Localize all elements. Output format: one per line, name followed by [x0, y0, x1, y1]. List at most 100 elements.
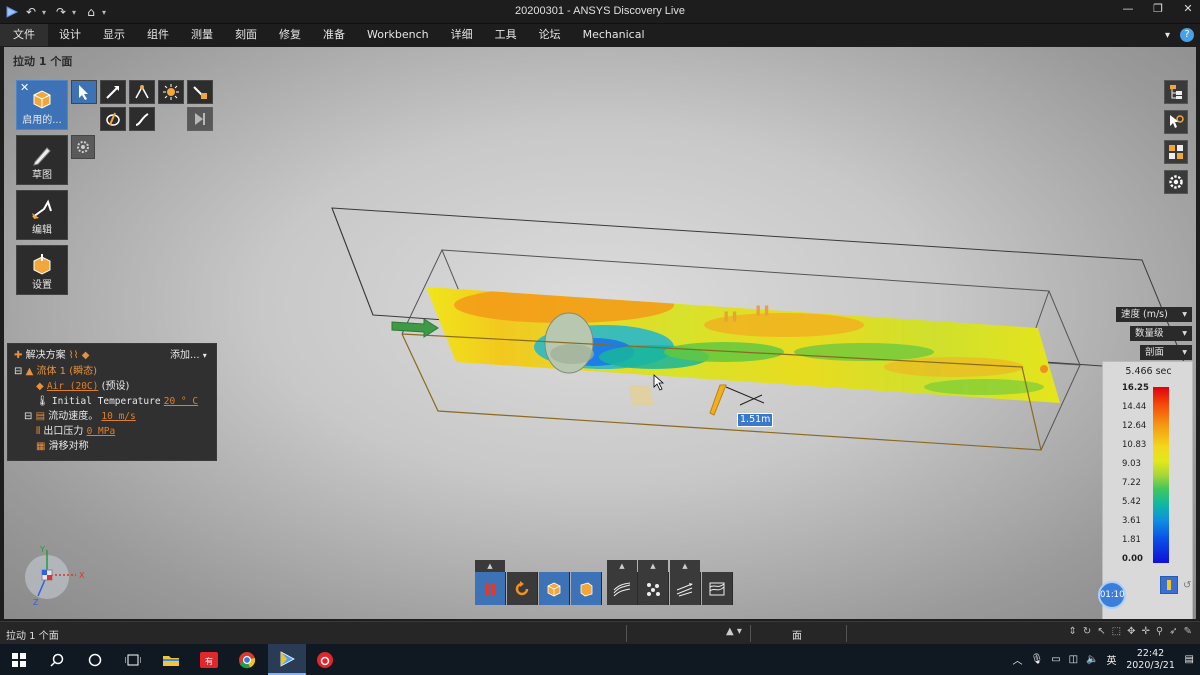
- simulation-scene[interactable]: ❚❚ ❚❚: [4, 47, 1196, 619]
- reset-icon[interactable]: ↺: [1183, 580, 1191, 591]
- sketch-tool-button[interactable]: 草图: [16, 135, 68, 185]
- blend-tool-button[interactable]: [158, 80, 184, 104]
- velocity-node[interactable]: ⊟ ▤ 流动速度。 10 m/s: [24, 410, 136, 424]
- axis-triad-icon[interactable]: Y X Z: [24, 542, 94, 607]
- expand-up-icon[interactable]: ▲: [607, 560, 637, 572]
- orbit-icon[interactable]: ✥: [1127, 626, 1135, 637]
- expand-up-icon[interactable]: ▲: [638, 560, 668, 572]
- solid-view-button[interactable]: [539, 572, 570, 605]
- menu-display[interactable]: 显示: [92, 24, 136, 46]
- edit-tool-button[interactable]: 编辑: [16, 190, 68, 240]
- simulation-timer-button[interactable]: 01:10: [1098, 581, 1126, 609]
- fluid-node[interactable]: ⊟ ▲ 流体 1 (瞬态): [14, 365, 97, 379]
- selection-filter-button[interactable]: [1164, 110, 1188, 134]
- menu-measure[interactable]: 测量: [180, 24, 224, 46]
- display-options-button[interactable]: [1164, 140, 1188, 164]
- battery-icon[interactable]: ▭: [1051, 654, 1060, 665]
- netease-music-button[interactable]: [306, 644, 344, 675]
- symmetry-node[interactable]: ▦ 滑移对称: [36, 440, 89, 454]
- temperature-value[interactable]: 20 ° C: [164, 396, 198, 407]
- close-icon[interactable]: ✕: [20, 81, 29, 94]
- close-button[interactable]: ✕: [1180, 2, 1196, 15]
- particles-button[interactable]: [638, 572, 669, 605]
- search-button[interactable]: [38, 644, 76, 675]
- restore-button[interactable]: ❐: [1150, 2, 1166, 15]
- menu-tools[interactable]: 工具: [484, 24, 528, 46]
- revolve-tool-button[interactable]: [100, 107, 126, 131]
- start-button[interactable]: [0, 644, 38, 675]
- material-link[interactable]: Air (20C): [47, 381, 98, 392]
- menu-forum[interactable]: 论坛: [528, 24, 572, 46]
- surface-view-button[interactable]: [571, 572, 602, 605]
- file-explorer-button[interactable]: [152, 644, 190, 675]
- pencil-tool-icon[interactable]: ✎: [1184, 626, 1192, 637]
- graphics-viewport[interactable]: 拉动 1 个面 ❚❚ ❚❚ 1.51m ✕ 启用的... 草图 编辑 设置 ✚ …: [4, 47, 1196, 619]
- outlet-value[interactable]: 0 MPa: [87, 426, 116, 437]
- restart-button[interactable]: [507, 572, 538, 605]
- menu-components[interactable]: 组件: [136, 24, 180, 46]
- temperature-node[interactable]: 🌡 Initial Temperature 20 ° C: [36, 395, 198, 409]
- volume-icon[interactable]: 🔈: [1086, 654, 1098, 665]
- menu-repair[interactable]: 修复: [268, 24, 312, 46]
- dimension-label[interactable]: 1.51m: [737, 413, 774, 427]
- settings-button[interactable]: [1164, 170, 1188, 194]
- eraser-icon[interactable]: ◆: [82, 350, 90, 361]
- component-dropdown[interactable]: 数量级: [1130, 326, 1192, 341]
- contour-button[interactable]: [702, 572, 733, 605]
- streamlines-button[interactable]: [607, 572, 638, 605]
- select-tool-button[interactable]: [71, 80, 97, 104]
- select-cursor-icon[interactable]: ↖: [1097, 626, 1105, 637]
- menu-mechanical[interactable]: Mechanical: [572, 24, 656, 46]
- tray-chevron-icon[interactable]: ︿: [1012, 652, 1022, 667]
- pan-icon[interactable]: ✛: [1142, 626, 1150, 637]
- view-dropdown[interactable]: 剖面: [1140, 345, 1192, 360]
- notification-icon[interactable]: ▤: [1185, 654, 1194, 665]
- pull-tool-button[interactable]: [100, 80, 126, 104]
- selection-mode-dropdown[interactable]: ▲ ▾: [726, 626, 742, 637]
- velocity-value[interactable]: 10 m/s: [101, 411, 135, 422]
- microphone-icon[interactable]: 🎙: [1030, 654, 1043, 665]
- legend-toggle-button[interactable]: [1160, 576, 1178, 594]
- move-tool-button[interactable]: [129, 80, 155, 104]
- ribbon-collapse-icon[interactable]: ▾: [1165, 30, 1170, 41]
- play-tool-button[interactable]: [187, 107, 213, 131]
- menu-prepare[interactable]: 准备: [312, 24, 356, 46]
- expand-icon[interactable]: ⊟: [24, 411, 32, 422]
- fly-icon[interactable]: ➶: [1169, 626, 1177, 637]
- expand-up-icon[interactable]: ▲: [670, 560, 700, 572]
- cortana-button[interactable]: [76, 644, 114, 675]
- material-node[interactable]: ◆ Air (20C) (预设): [36, 380, 129, 394]
- collapse-icon[interactable]: ⊟: [14, 366, 22, 377]
- outlet-node[interactable]: ⫴ 出口压力 0 MPa: [36, 425, 115, 439]
- spin-icon[interactable]: ⇕: [1068, 626, 1076, 637]
- fill-tool-button[interactable]: [187, 80, 213, 104]
- menu-workbench[interactable]: Workbench: [356, 24, 440, 46]
- chrome-button[interactable]: [228, 644, 266, 675]
- rotate-icon[interactable]: ↻: [1083, 626, 1091, 637]
- help-icon[interactable]: ?: [1180, 28, 1194, 42]
- menu-detail[interactable]: 详细: [440, 24, 484, 46]
- network-icon[interactable]: ◫: [1069, 654, 1078, 665]
- box-select-icon[interactable]: ⬚: [1112, 626, 1121, 637]
- solution-label[interactable]: 解决方案: [26, 350, 66, 361]
- expand-up-icon[interactable]: ▲: [475, 560, 505, 572]
- structure-tree-button[interactable]: [1164, 80, 1188, 104]
- youdao-app-button[interactable]: 有: [190, 644, 228, 675]
- quantity-dropdown[interactable]: 速度 (m/s): [1116, 307, 1192, 322]
- vectors-button[interactable]: [670, 572, 701, 605]
- enable-tool-button[interactable]: ✕ 启用的...: [16, 80, 68, 130]
- menu-facets[interactable]: 刻面: [224, 24, 268, 46]
- add-plus-icon[interactable]: ✚: [14, 350, 22, 361]
- minimize-button[interactable]: —: [1120, 2, 1136, 15]
- setup-tool-button[interactable]: 设置: [16, 245, 68, 295]
- add-dropdown[interactable]: 添加... ▾: [170, 349, 207, 363]
- sweep-tool-button[interactable]: [129, 107, 155, 131]
- ime-indicator[interactable]: 英: [1107, 652, 1117, 667]
- menu-design[interactable]: 设计: [48, 24, 92, 46]
- discovery-live-button[interactable]: [268, 644, 306, 675]
- task-view-button[interactable]: [114, 644, 152, 675]
- tray-clock[interactable]: 22:42 2020/3/21: [1125, 648, 1177, 672]
- tool-options-button[interactable]: [71, 135, 95, 159]
- pause-button[interactable]: [475, 572, 506, 605]
- menu-file[interactable]: 文件: [0, 24, 48, 46]
